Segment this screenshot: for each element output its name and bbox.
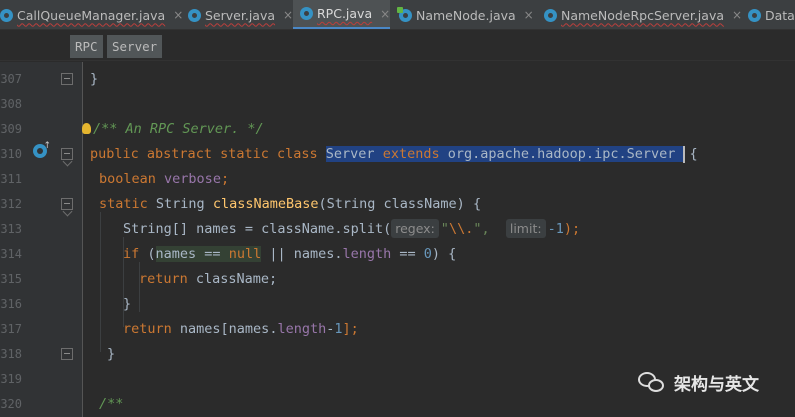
class-icon [544, 8, 557, 22]
tab-datai[interactable]: DataI [748, 0, 795, 29]
tab-label: DataI [765, 7, 795, 23]
tab-namenode[interactable]: NameNode.java × [397, 0, 539, 29]
line-number: 307 [0, 72, 22, 86]
line-number-gutter: 307 308 309 310 311 312 313 314 315 316 … [0, 62, 82, 417]
code-line-318: } [107, 346, 116, 362]
code-line-310: public abstract static class Server exte… [90, 145, 698, 163]
code-editor[interactable]: } /** An RPC Server. */ public abstract … [82, 62, 795, 417]
line-number: 311 [0, 172, 22, 186]
breadcrumb-item-rpc[interactable]: RPC [70, 35, 103, 58]
code-line-312: static String classNameBase(String class… [99, 196, 482, 212]
line-number: 315 [0, 272, 22, 286]
line-number: 310 [0, 147, 22, 161]
code-line-317: return names[names.length-1]; [123, 321, 359, 337]
fold-end-icon[interactable] [61, 73, 73, 85]
text-caret [683, 145, 686, 163]
close-icon[interactable]: × [524, 8, 534, 22]
line-number: 312 [0, 197, 22, 211]
class-icon [300, 7, 313, 20]
tab-label: Server.java [205, 7, 276, 23]
close-icon[interactable]: × [380, 7, 390, 21]
wechat-icon [638, 371, 666, 394]
fold-start-icon[interactable] [61, 198, 73, 210]
overriding-method-icon[interactable]: ↑ [33, 141, 51, 158]
line-number: 308 [0, 97, 22, 111]
param-hint-regex: regex: [391, 219, 439, 238]
code-line-315: return className; [139, 271, 278, 287]
line-number: 309 [0, 122, 22, 136]
tab-label: RPC.java [317, 6, 373, 21]
close-icon[interactable]: × [283, 8, 293, 22]
line-number: 320 [0, 397, 22, 411]
param-hint-limit: limit: [505, 219, 546, 238]
code-line-314: if (names == null || names.length == 0) … [123, 246, 457, 262]
tab-namenoderpcserver[interactable]: NameNodeRpcServer.java × [544, 0, 749, 29]
tab-label: NameNodeRpcServer.java [561, 7, 725, 23]
class-icon [0, 8, 13, 22]
line-number: 319 [0, 372, 22, 386]
code-line-316: } [123, 296, 132, 312]
breadcrumb-item-server[interactable]: Server [107, 35, 163, 58]
tab-server[interactable]: Server.java × [188, 0, 293, 29]
editor-tab-bar: CallQueueManager.java × Server.java × RP… [0, 0, 795, 30]
class-icon [188, 8, 201, 22]
selected-text: Server extends org.apache.hadoop.ipc.Ser… [325, 146, 684, 162]
watermark: 架构与英文 [638, 370, 759, 395]
watermark-text: 架构与英文 [674, 375, 759, 395]
class-icon [748, 8, 761, 22]
fold-start-icon[interactable] [61, 148, 73, 160]
tab-label: CallQueueManager.java [17, 7, 166, 23]
tab-rpc[interactable]: RPC.java × [293, 0, 390, 29]
close-icon[interactable]: × [173, 8, 183, 22]
code-line-313: String[] names = className.split(regex: "… [123, 219, 581, 238]
tab-callqueuemanager[interactable]: CallQueueManager.java × [0, 0, 183, 29]
lightbulb-icon[interactable] [82, 123, 91, 134]
line-number: 313 [0, 222, 22, 236]
gutter-separator [82, 62, 83, 417]
line-number: 316 [0, 297, 22, 311]
line-number: 314 [0, 247, 22, 261]
class-icon [397, 6, 412, 22]
line-number: 317 [0, 322, 22, 336]
tab-label: NameNode.java [416, 7, 516, 23]
code-line-320: /** [99, 396, 124, 412]
code-line-309: /** An RPC Server. */ [82, 117, 264, 142]
code-line-311: boolean verbose; [99, 171, 230, 187]
line-number: 318 [0, 347, 22, 361]
breadcrumb: RPC Server [0, 31, 795, 61]
fold-end-icon[interactable] [61, 348, 73, 360]
code-line-307: } [90, 71, 99, 87]
close-icon[interactable]: × [732, 8, 742, 22]
